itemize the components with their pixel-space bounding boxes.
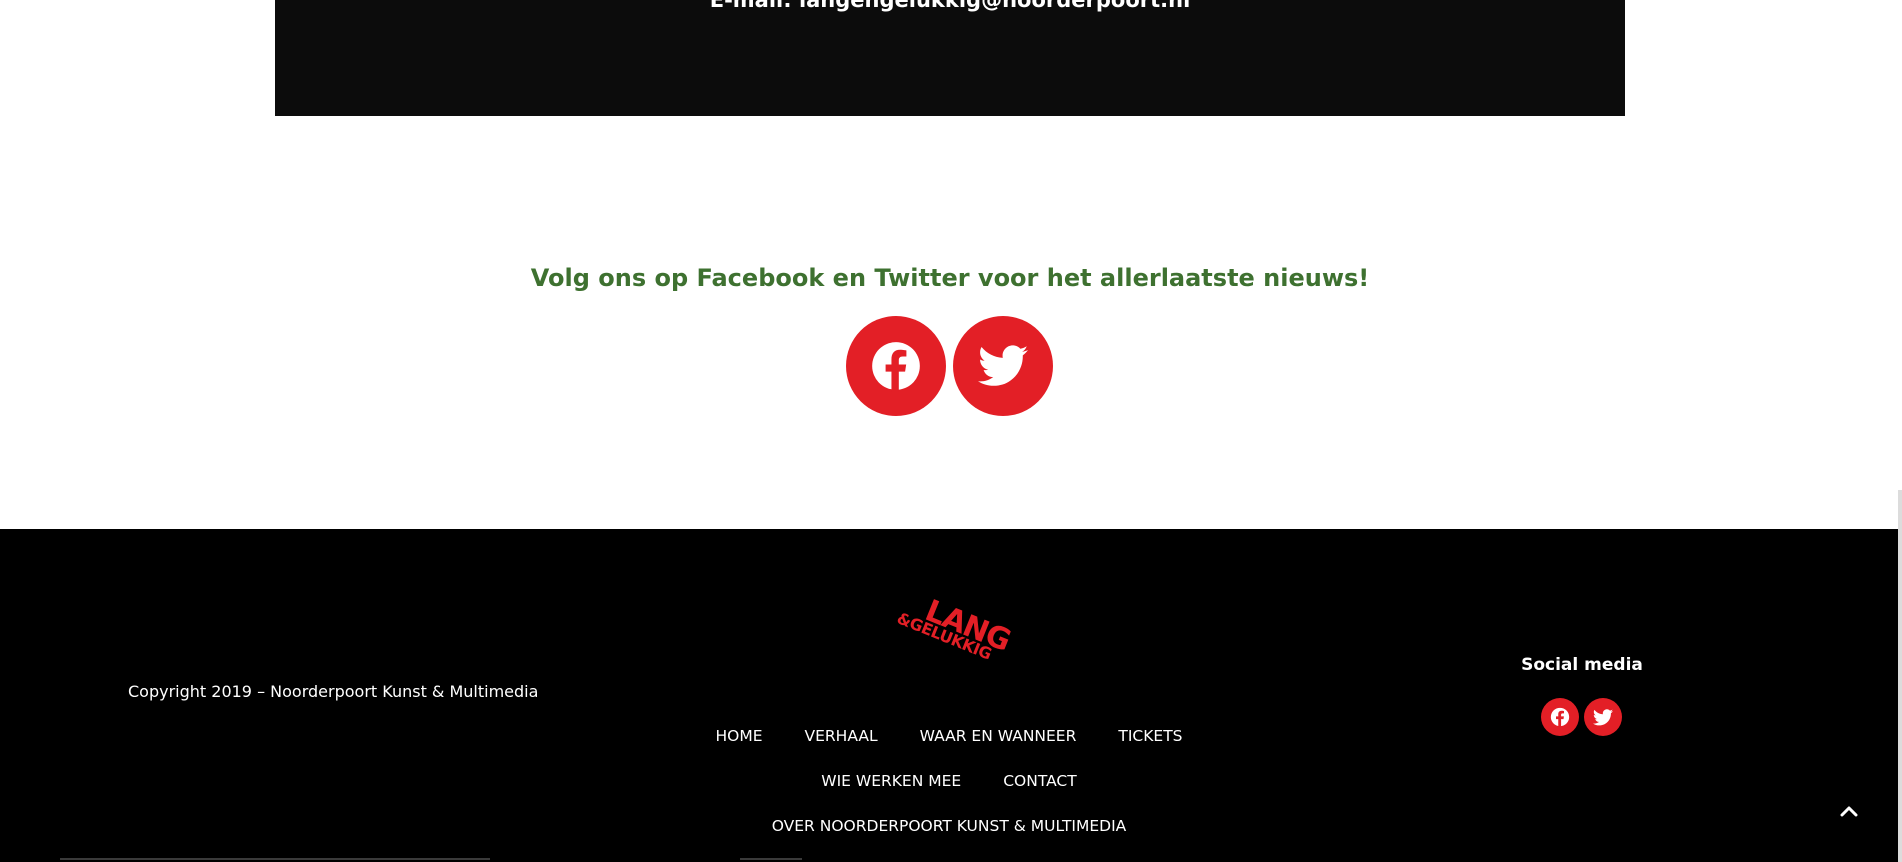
footer-nav-row-3: OVER NOORDERPOORT KUNST & MULTIMEDIA xyxy=(0,816,1898,836)
nav-home[interactable]: HOME xyxy=(715,726,762,746)
nav-tickets[interactable]: TICKETS xyxy=(1118,726,1182,746)
bottom-divider xyxy=(60,858,490,860)
scrollbar-track[interactable] xyxy=(1898,490,1902,862)
page: E-mail: langengelukkig@noorderpoort.nl V… xyxy=(0,0,1902,862)
copyright-text: Copyright 2019 – Noorderpoort Kunst & Mu… xyxy=(128,682,539,701)
scroll-to-top-button[interactable] xyxy=(1834,798,1864,824)
facebook-icon xyxy=(872,342,920,392)
facebook-icon xyxy=(1550,707,1570,727)
contact-block: E-mail: langengelukkig@noorderpoort.nl xyxy=(275,0,1625,116)
follow-heading: Volg ons op Facebook en Twitter voor het… xyxy=(530,264,1370,292)
nav-wie-werken-mee[interactable]: WIE WERKEN MEE xyxy=(821,771,961,791)
footer-facebook-button[interactable] xyxy=(1541,698,1579,736)
nav-waar-en-wanneer[interactable]: WAAR EN WANNEER xyxy=(920,726,1077,746)
contact-email[interactable]: E-mail: langengelukkig@noorderpoort.nl xyxy=(275,0,1625,12)
nav-over-noorderpoort[interactable]: OVER NOORDERPOORT KUNST & MULTIMEDIA xyxy=(772,816,1127,836)
facebook-button[interactable] xyxy=(846,316,946,416)
twitter-icon xyxy=(978,345,1028,386)
lang-en-gelukkig-logo[interactable]: LANG &GELUKKIG xyxy=(880,585,1020,670)
twitter-icon xyxy=(1593,708,1613,725)
social-media-heading: Social media xyxy=(1521,655,1643,675)
nav-contact[interactable]: CONTACT xyxy=(1003,771,1077,791)
footer-twitter-button[interactable] xyxy=(1584,698,1622,736)
footer-nav-row-2: WIE WERKEN MEE CONTACT xyxy=(0,771,1898,791)
bottom-divider xyxy=(740,858,802,860)
chevron-up-icon xyxy=(1840,806,1858,817)
twitter-button[interactable] xyxy=(953,316,1053,416)
nav-verhaal[interactable]: VERHAAL xyxy=(805,726,878,746)
